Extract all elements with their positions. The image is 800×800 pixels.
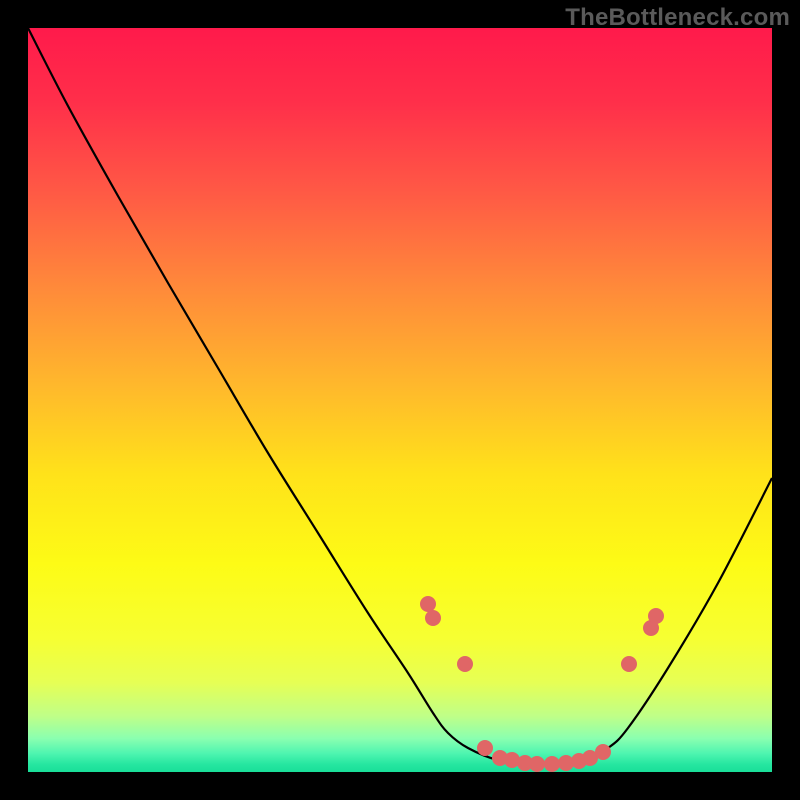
curve-layer (28, 28, 772, 772)
highlight-dot (621, 656, 637, 672)
plot-area (28, 28, 772, 772)
highlight-dot (595, 744, 611, 760)
highlight-dot (529, 756, 545, 772)
highlight-dot (477, 740, 493, 756)
bottleneck-curve (28, 28, 772, 764)
outer-frame: TheBottleneck.com (0, 0, 800, 800)
highlight-dot (457, 656, 473, 672)
highlight-dot (648, 608, 664, 624)
watermark-text: TheBottleneck.com (565, 4, 790, 32)
highlight-dot (425, 610, 441, 626)
